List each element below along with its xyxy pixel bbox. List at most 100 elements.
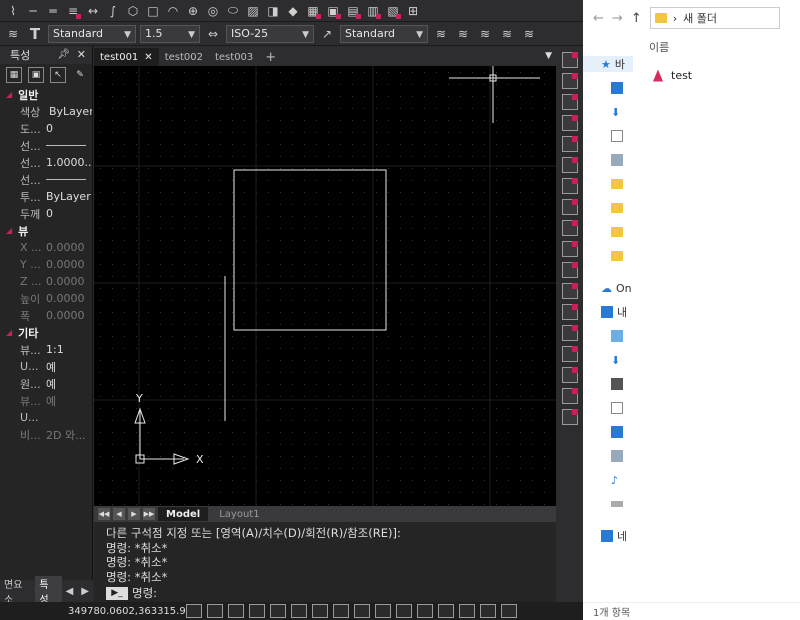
- stretch-icon[interactable]: [561, 220, 578, 236]
- multileader-style-icon[interactable]: ↗: [318, 25, 336, 43]
- join-icon[interactable]: [561, 304, 578, 320]
- multileader-style-select[interactable]: Standard ▼: [340, 24, 428, 43]
- prop-row[interactable]: 뷰... 1:1: [0, 341, 92, 358]
- prop-row[interactable]: 도... 0: [0, 120, 92, 137]
- command-input[interactable]: ▶_ 명령:: [106, 586, 556, 601]
- ellipse-icon[interactable]: ⬭: [224, 2, 242, 20]
- sidebar-item[interactable]: [583, 152, 633, 168]
- settings-icon[interactable]: [501, 604, 517, 618]
- tab-list-dropdown-icon[interactable]: ▼: [545, 51, 552, 61]
- lineweight-icon[interactable]: [354, 604, 370, 618]
- layers-icon[interactable]: ≋: [4, 25, 22, 43]
- next-layout-icon[interactable]: ▶: [128, 508, 140, 520]
- prev-tab-icon[interactable]: ◀: [62, 586, 78, 597]
- block-insert-icon[interactable]: ▣: [324, 2, 342, 20]
- move-icon[interactable]: [561, 157, 578, 173]
- close-tab-icon[interactable]: ✕: [144, 52, 152, 63]
- workspace-icon[interactable]: [459, 604, 475, 618]
- sidebar-item[interactable]: [583, 128, 633, 144]
- dim-style-select[interactable]: ISO-25 ▼: [226, 24, 314, 43]
- quick-select-icon[interactable]: ▣: [28, 67, 44, 83]
- last-layout-icon[interactable]: ▶▶: [143, 508, 155, 520]
- onedrive-item[interactable]: ☁ On: [583, 280, 633, 296]
- dyn-icon[interactable]: [333, 604, 349, 618]
- sidebar-item[interactable]: [583, 328, 633, 344]
- line-icon[interactable]: ─: [24, 2, 42, 20]
- copy-icon[interactable]: [561, 73, 578, 89]
- offset-icon[interactable]: [561, 115, 578, 131]
- point-icon[interactable]: ▥: [364, 2, 382, 20]
- arc-icon[interactable]: ◠: [164, 2, 182, 20]
- prop-row[interactable]: 비... 2D 와...: [0, 426, 92, 443]
- address-bar[interactable]: › 새 폴더: [649, 7, 780, 29]
- section-view[interactable]: ◢ 뷰: [0, 222, 92, 239]
- section-misc[interactable]: ◢ 기타: [0, 324, 92, 341]
- break-icon[interactable]: [561, 283, 578, 299]
- forward-icon[interactable]: →: [612, 11, 623, 26]
- first-layout-icon[interactable]: ◀◀: [98, 508, 110, 520]
- network-item[interactable]: 네: [583, 528, 633, 544]
- tab-layout1[interactable]: Layout1: [211, 509, 267, 520]
- column-header-name[interactable]: 이름: [633, 36, 800, 55]
- double-line-icon[interactable]: ═: [44, 2, 62, 20]
- text-style-select[interactable]: Standard ▼: [48, 24, 136, 43]
- properties-icon[interactable]: [561, 409, 578, 425]
- sidebar-item[interactable]: [583, 448, 633, 464]
- prop-row[interactable]: 선... 1.0000...: [0, 154, 92, 171]
- prop-row[interactable]: 두께 0: [0, 205, 92, 222]
- trim-icon[interactable]: [561, 241, 578, 257]
- sidebar-item[interactable]: [583, 248, 633, 264]
- prop-row[interactable]: U... 예: [0, 358, 92, 375]
- sidebar-item[interactable]: [583, 200, 633, 216]
- this-pc-item[interactable]: 내: [583, 304, 633, 320]
- layer-stack5-icon[interactable]: ≋: [520, 25, 538, 43]
- match-prop-icon[interactable]: ✎: [72, 67, 88, 83]
- close-icon[interactable]: ✕: [77, 48, 86, 61]
- sidebar-item[interactable]: [583, 376, 633, 392]
- am-icon[interactable]: [438, 604, 454, 618]
- dim-style-icon[interactable]: ⇔: [204, 25, 222, 43]
- sc-icon[interactable]: [417, 604, 433, 618]
- text-style-icon[interactable]: T: [26, 25, 44, 43]
- sidebar-item[interactable]: ⬇: [583, 352, 633, 368]
- edit-icon[interactable]: [561, 388, 578, 404]
- prop-row[interactable]: 선...: [0, 137, 92, 154]
- polar-icon[interactable]: [249, 604, 265, 618]
- spline-icon[interactable]: ∫: [104, 2, 122, 20]
- scale-icon[interactable]: [561, 199, 578, 215]
- table-icon[interactable]: ▦: [304, 2, 322, 20]
- tab-test002[interactable]: test002: [159, 48, 209, 66]
- prop-row[interactable]: 높이 0.0000: [0, 290, 92, 307]
- sidebar-item[interactable]: ♪: [583, 472, 633, 488]
- sidebar-item[interactable]: [583, 80, 633, 96]
- gradient-icon[interactable]: ◨: [264, 2, 282, 20]
- qp-icon[interactable]: [396, 604, 412, 618]
- extend-icon[interactable]: [561, 262, 578, 278]
- explode-icon[interactable]: [561, 367, 578, 383]
- hatch-icon[interactable]: ▨: [244, 2, 262, 20]
- snap-icon[interactable]: [186, 604, 202, 618]
- prop-row[interactable]: 색상 ByLayer: [0, 103, 92, 120]
- tab-test003[interactable]: test003: [209, 48, 259, 66]
- scale-select[interactable]: 1.5 ▼: [140, 24, 200, 43]
- donut-icon[interactable]: ◎: [204, 2, 222, 20]
- ortho-icon[interactable]: [228, 604, 244, 618]
- circle-icon[interactable]: ⊕: [184, 2, 202, 20]
- chamfer-icon[interactable]: [561, 325, 578, 341]
- sidebar-item[interactable]: [583, 176, 633, 192]
- prop-row[interactable]: U...: [0, 409, 92, 426]
- select-objects-icon[interactable]: ▦: [6, 67, 22, 83]
- mtext-icon[interactable]: ▧: [384, 2, 402, 20]
- prop-row[interactable]: Y ... 0.0000: [0, 256, 92, 273]
- layer-stack2-icon[interactable]: ≋: [454, 25, 472, 43]
- drawing-viewport[interactable]: X Y: [94, 66, 556, 506]
- prop-row[interactable]: 폭 0.0000: [0, 307, 92, 324]
- multiline-icon[interactable]: ≡: [64, 2, 82, 20]
- layer-stack-icon[interactable]: ≋: [432, 25, 450, 43]
- prop-row[interactable]: Z ... 0.0000: [0, 273, 92, 290]
- tab-model[interactable]: Model: [158, 507, 209, 521]
- rectangle-icon[interactable]: □: [144, 2, 162, 20]
- back-icon[interactable]: ←: [593, 11, 604, 26]
- rotate-icon[interactable]: [561, 178, 578, 194]
- up-icon[interactable]: ↑: [631, 11, 642, 26]
